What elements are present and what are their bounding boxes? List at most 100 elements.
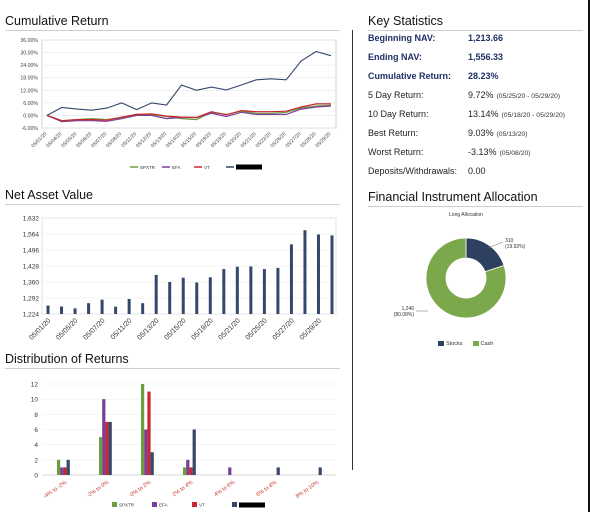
x-tick-label: 05/13/20 [136, 317, 160, 341]
dist-bar [141, 384, 145, 475]
dist-bar [108, 421, 112, 475]
stat-row: Best Return: 9.03% (05/13/20) [368, 128, 583, 144]
nav-bar [235, 266, 239, 314]
stat-value-text: 9.03% [468, 128, 494, 138]
dist-bar [189, 467, 193, 475]
dist-bar [192, 429, 196, 475]
nav-bar [276, 267, 280, 314]
allocation-legend: Stocks Cash [438, 341, 493, 347]
column-divider [352, 30, 353, 470]
y-tick-label: 1,564 [23, 232, 40, 239]
dist-bar [150, 452, 154, 475]
dist-bar [144, 429, 148, 475]
nav-bar [60, 306, 64, 314]
nav-bar [249, 266, 253, 314]
dist-bar [60, 467, 64, 475]
stat-value-text: 13.14% [468, 109, 499, 119]
stat-label: Best Return: [368, 128, 419, 138]
nav-bar [262, 269, 266, 314]
stat-label: Worst Return: [368, 147, 424, 157]
y-tick-label: 12.00% [20, 88, 38, 94]
x-tick-label: 05/05/20 [55, 317, 79, 341]
dist-bar [102, 399, 106, 475]
pie-title: Long Allocation [449, 212, 483, 218]
stat-range: (05/08/20) [499, 150, 531, 157]
dist-bar [186, 459, 190, 475]
stat-range: (05/25/20 - 05/29/20) [496, 93, 561, 100]
y-tick-label: -6.00% [22, 126, 39, 132]
cumulative-return-title: Cumulative Return [5, 14, 109, 28]
y-tick-label: 0 [34, 473, 38, 480]
nav-bar [100, 299, 104, 314]
x-tick-label: 2% to 4% [171, 480, 194, 498]
stat-value: 0.00 [468, 166, 486, 176]
cumulative-return-chart: 36.00% 30.00% 24.00% 18.00% 12.00% 6.00% 0.00%… [20, 38, 337, 170]
legend-swatch [112, 502, 117, 507]
distribution-chart: 12 10 8 6 4 2 0 -4% to -2% -2% to 0% 0% to 2% 2% t… [31, 382, 336, 508]
legend-swatch [152, 502, 157, 507]
stat-row: Ending NAV: 1,556.33 [368, 52, 583, 68]
stat-value: 9.72% (05/25/20 - 05/29/20) [468, 90, 560, 100]
dist-bar [318, 467, 322, 475]
stat-range: (05/13/20) [496, 131, 528, 138]
nav-bar [289, 244, 293, 314]
stat-value-text: 1,213.66 [468, 33, 504, 43]
stat-label: 10 Day Return: [368, 109, 429, 119]
pie-pct-label: (19.92%) [505, 244, 526, 250]
allocation-title: Financial Instrument Allocation [368, 190, 538, 204]
nav-title: Net Asset Value [5, 188, 94, 202]
x-tick-label: 05/11/20 [110, 317, 134, 341]
x-tick-label: 4% to 6% [213, 480, 236, 498]
stat-row: Deposits/Withdrawals: 0.00 [368, 166, 583, 182]
y-tick-label: 4 [34, 442, 38, 449]
cumulative-return-rule [5, 30, 340, 31]
stat-value: -3.13% (05/08/20) [468, 147, 531, 157]
stat-label: 5 Day Return: [368, 90, 424, 100]
pie-leader-line [487, 241, 504, 249]
x-tick-label: 05/29/20 [299, 317, 323, 341]
x-tick-label: 05/15/20 [163, 317, 187, 341]
legend-label: EFA [159, 503, 168, 508]
y-tick-label: 1,292 [23, 296, 40, 303]
y-tick-label: 18.00% [20, 76, 38, 82]
x-tick-label: 8% to 10% [295, 480, 320, 500]
dist-bar [99, 437, 103, 475]
nav-bar [141, 303, 145, 314]
stat-value: 1,213.66 [468, 33, 503, 43]
x-tick-label: 05/07/20 [82, 317, 106, 341]
x-tick-label: 05/21/20 [218, 317, 242, 341]
nav-bar [87, 303, 91, 314]
nav-bar [181, 277, 185, 314]
y-tick-label: 24.00% [20, 63, 38, 69]
stat-row: Worst Return: -3.13% (05/08/20) [368, 147, 583, 163]
x-tick-label: 6% to 8% [255, 480, 278, 498]
nav-bar [195, 282, 199, 314]
nav-chart: 1,632 1,564 1,496 1,428 1,360 1,292 1,22405/01… [23, 216, 337, 342]
stat-value-text: 0.00 [468, 166, 486, 176]
legend-swatch [192, 502, 197, 507]
stat-value-text: -3.13% [468, 147, 497, 157]
y-tick-label: 1,360 [23, 280, 40, 287]
distribution-title: Distribution of Returns [5, 352, 129, 366]
stat-value: 13.14% (05/18/20 - 05/29/20) [468, 109, 565, 119]
pie-pct-label: (80.08%) [394, 312, 415, 318]
y-tick-label: 0.00% [23, 113, 38, 119]
nav-bar [316, 234, 320, 314]
y-tick-label: 8 [34, 412, 38, 419]
legend-swatch [232, 502, 237, 507]
legend-label: SPXTR [119, 503, 135, 508]
stat-row: Cumulative Return: 28.23% [368, 71, 583, 87]
stat-value-text: 1,556.33 [468, 52, 504, 62]
legend-swatch [438, 341, 444, 347]
legend-item: Cash [472, 341, 493, 347]
nav-bar [303, 230, 307, 314]
x-tick-label: 0% to 2% [129, 480, 152, 498]
x-tick-label: -4% to -2% [42, 480, 68, 501]
key-stats-rule [368, 30, 583, 31]
stat-value: 9.03% (05/13/20) [468, 128, 528, 138]
plot-frame [41, 39, 337, 129]
y-tick-label: 1,428 [23, 264, 40, 271]
stat-label: Deposits/Withdrawals: [368, 166, 458, 176]
allocation-rule [368, 206, 583, 207]
y-tick-label: 36.00% [20, 38, 38, 44]
